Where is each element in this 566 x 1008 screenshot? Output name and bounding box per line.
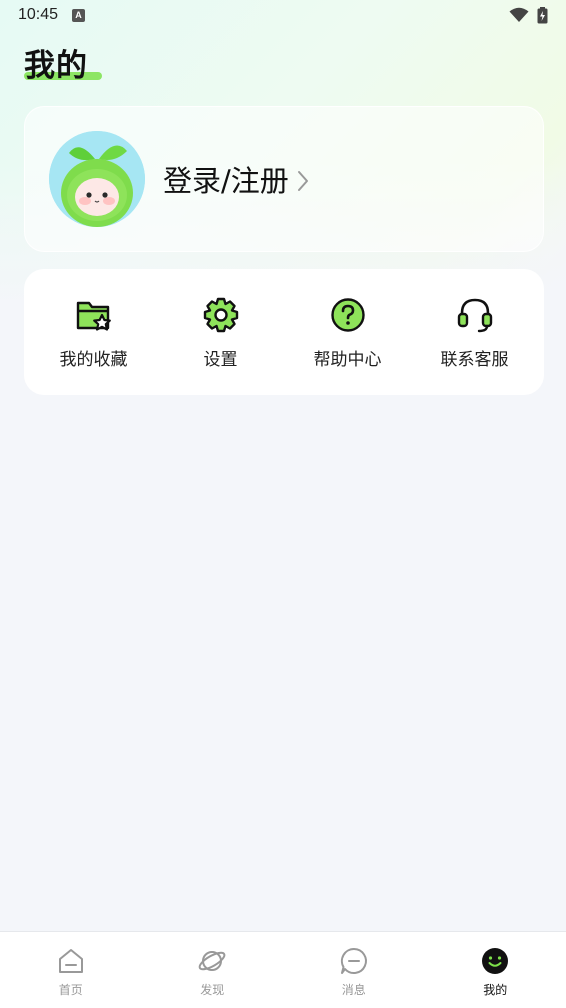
login-register-label[interactable]: 登录/注册 xyxy=(163,158,289,200)
battery-charging-icon xyxy=(537,6,548,23)
tab-label: 发现 xyxy=(200,983,225,997)
menu-card: 我的收藏 设置 帮助中心 联系客服 xyxy=(24,269,544,395)
menu-item-settings[interactable]: 设置 xyxy=(161,295,281,370)
menu-item-customer-service[interactable]: 联系客服 xyxy=(415,295,535,370)
menu-item-label: 帮助中心 xyxy=(313,349,382,370)
chevron-right-icon xyxy=(297,171,308,191)
tab-label: 首页 xyxy=(58,983,83,997)
headset-icon xyxy=(457,298,492,332)
home-icon xyxy=(58,949,83,973)
menu-item-help-center[interactable]: 帮助中心 xyxy=(288,295,408,370)
menu-item-label: 我的收藏 xyxy=(59,349,128,370)
smile-icon xyxy=(482,948,509,974)
bottom-tab-bar: 首页 发现 消息 我的 xyxy=(0,931,566,1008)
tab-label: 消息 xyxy=(341,983,366,997)
login-card[interactable]: 登录/注册 xyxy=(24,106,544,252)
message-icon xyxy=(340,947,367,974)
menu-item-favorites[interactable]: 我的收藏 xyxy=(34,295,154,370)
gear-icon xyxy=(203,297,238,332)
menu-item-label: 联系客服 xyxy=(440,349,509,370)
question-circle-icon xyxy=(330,297,365,332)
tab-messages[interactable]: 消息 xyxy=(304,932,404,998)
sprout-mascot-avatar[interactable] xyxy=(49,131,145,227)
status-icons xyxy=(509,6,548,24)
status-bar: 10:45 A xyxy=(0,0,566,30)
page-title: 我的 xyxy=(24,48,88,84)
tab-home[interactable]: 首页 xyxy=(21,932,121,998)
tab-discover[interactable]: 发现 xyxy=(162,932,262,998)
menu-item-label: 设置 xyxy=(203,349,238,370)
avatar-illustration xyxy=(49,131,145,227)
tab-mine[interactable]: 我的 xyxy=(445,932,545,998)
planet-icon xyxy=(198,951,226,971)
folder-star-icon xyxy=(76,301,111,331)
a-letter-icon: A xyxy=(72,8,86,22)
tab-label: 我的 xyxy=(483,983,508,997)
wifi-icon xyxy=(509,7,529,22)
status-time: 10:45 xyxy=(18,6,59,23)
